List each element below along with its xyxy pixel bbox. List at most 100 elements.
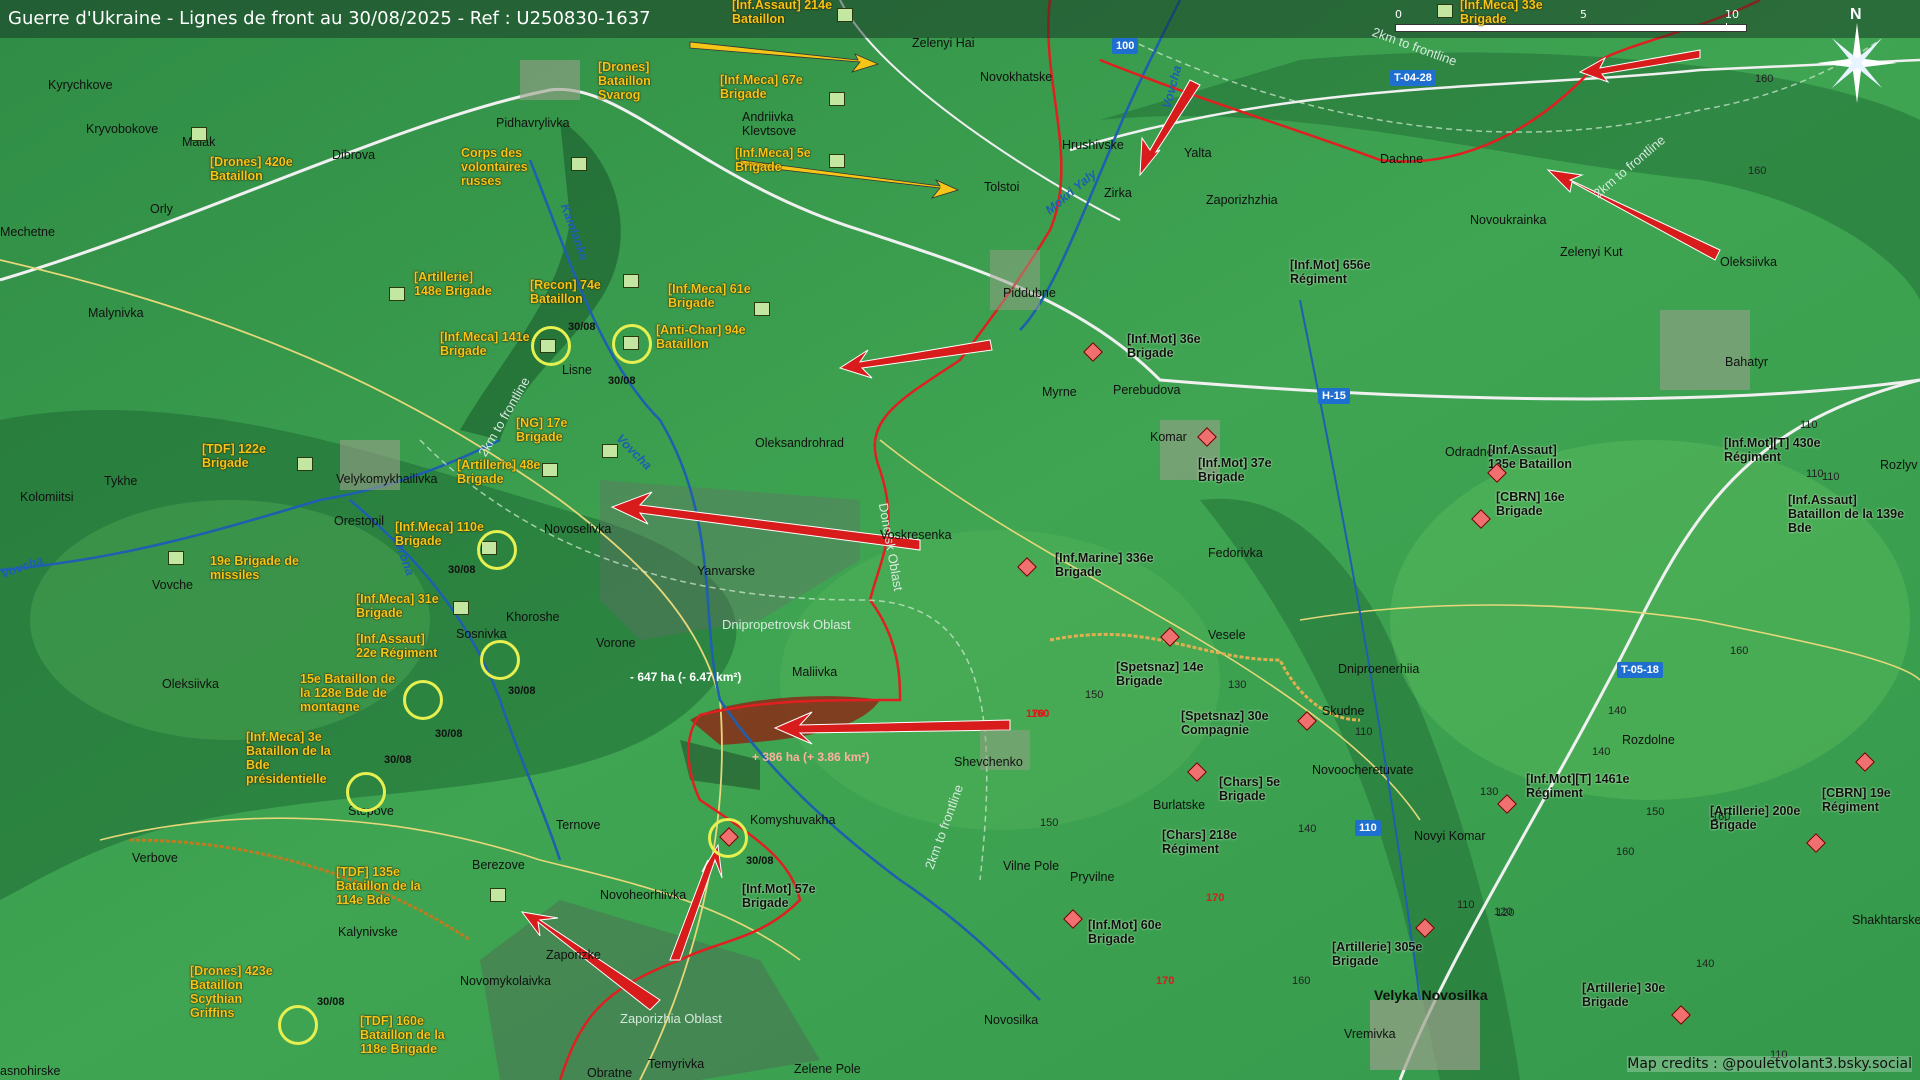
ua-unit-icon — [453, 601, 469, 615]
town-label: Novyi Komar — [1414, 829, 1486, 843]
road-badge-h15: H-15 — [1318, 388, 1350, 404]
altitude-label: 170 — [1026, 708, 1045, 720]
ua-unit-label: [Drones] 420e Bataillon — [210, 155, 293, 183]
town-label: Berezove — [472, 858, 525, 872]
altitude-label: 140 — [1696, 958, 1715, 970]
town-label: Hrushivske — [1062, 138, 1124, 152]
ua-unit-icon — [602, 444, 618, 458]
town-label: Komar — [1150, 430, 1187, 444]
village — [520, 60, 580, 100]
town-label: Myrne — [1042, 385, 1077, 399]
ua-unit-icon — [829, 92, 845, 106]
ua-unit-icon — [490, 888, 506, 902]
ru-unit-label: [Inf.Marine] 336e Brigade — [1055, 551, 1154, 579]
ru-unit-label: [Inf.Assaut] Bataillon de la 139e Bde — [1788, 493, 1905, 535]
ua-unit-icon — [168, 551, 184, 565]
ua-unit-icon — [1437, 4, 1453, 18]
date-label: 30/08 — [384, 754, 412, 766]
front-line-map[interactable]: Guerre d'Ukraine - Lignes de front au 30… — [0, 0, 1920, 1080]
town-label: Novoocheretuvate — [1312, 763, 1414, 777]
town-label: Andriivka Klevtsove — [742, 110, 797, 138]
altitude-label: 140 — [1592, 746, 1611, 758]
road-badge-110: 110 — [1355, 820, 1381, 836]
ua-unit-recent-ring — [477, 530, 517, 570]
town-label: Oleksiivka — [1720, 255, 1777, 269]
ua-unit-label: [Recon] 74e Bataillon — [530, 278, 601, 306]
village — [1660, 310, 1750, 390]
ua-unit-label: [TDF] 160e Bataillon de la 118e Brigade — [360, 1014, 445, 1056]
town-label: Tolstoi — [984, 180, 1020, 194]
ru-unit-label: [Chars] 5e Brigade — [1219, 775, 1281, 803]
ua-unit-label: [Inf.Meca] 3e Bataillon de la Bde présid… — [246, 730, 331, 786]
ru-unit-label: [Spetsnaz] 14e Brigade — [1116, 660, 1204, 688]
town-label: Burlatske — [1153, 798, 1206, 812]
town-label: Odradne — [1445, 445, 1494, 459]
altitude-label: 110 — [1355, 726, 1373, 738]
town-label: Perebudova — [1113, 383, 1181, 397]
ua-unit-label: [TDF] 122e Brigade — [202, 442, 266, 470]
village — [990, 250, 1040, 310]
altitude-label: 130 — [1228, 679, 1247, 691]
town-label: Oleksandrohrad — [755, 436, 844, 450]
date-label: 30/08 — [608, 375, 636, 387]
town-label: Voskresenka — [880, 528, 952, 542]
scale-mid: 5 — [1580, 8, 1587, 21]
ua-unit-label: [Artillerie] 148e Brigade — [414, 270, 492, 298]
town-label: Zelenyi Kut — [1560, 245, 1623, 259]
ua-unit-icon — [829, 154, 845, 168]
oblast-label: Dnipropetrovsk Oblast — [722, 617, 851, 632]
date-label: 30/08 — [568, 321, 596, 333]
town-label: Yanvarske — [697, 564, 756, 578]
ua-unit-label: [Inf.Meca] 31e Brigade — [356, 592, 439, 620]
town-label: Piddubne — [1003, 286, 1056, 300]
map-title: Guerre d'Ukraine - Lignes de front au 30… — [8, 8, 651, 29]
ua-unit-recent-ring — [531, 326, 571, 366]
ua-unit-icon — [837, 8, 853, 22]
town-label: Khoroshe — [506, 610, 560, 624]
ua-unit-label: [Inf.Meca] 61e Brigade — [668, 282, 751, 310]
ua-unit-label: [NG] 17e Brigade — [516, 416, 568, 444]
altitude-label: 160 — [1616, 846, 1635, 858]
ru-unit-label: [Artillerie] 305e Brigade — [1332, 940, 1423, 968]
ua-unit-label: [Artillerie] 48e Brigade — [457, 458, 541, 486]
date-label: 30/08 — [435, 728, 463, 740]
town-label: Vilne Pole — [1003, 859, 1060, 873]
altitude-label: 170 — [1206, 892, 1225, 904]
ru-unit-label: [Chars] 218e Régiment — [1162, 828, 1238, 856]
ru-unit-label: [Inf.Mot] 37e Brigade — [1198, 456, 1272, 484]
road-badge-t0518: T-05-18 — [1617, 662, 1663, 678]
town-label: Zirka — [1104, 186, 1132, 200]
oblast-label: Zaporizhia Oblast — [620, 1011, 722, 1026]
town-label: Zelenyi Hai — [912, 36, 975, 50]
town-label: Shakhtarske — [1852, 913, 1920, 927]
date-label: 30/08 — [508, 685, 536, 697]
ua-unit-label: [Drones] 423e Bataillon Scythian Griffin… — [190, 964, 273, 1020]
town-label: Bahatyr — [1725, 355, 1769, 369]
ua-unit-label: Corps des volontaires russes — [461, 146, 528, 188]
altitude-label: 150 — [1040, 817, 1059, 829]
north-label: N — [1850, 6, 1862, 23]
ua-unit-icon — [623, 274, 639, 288]
ru-unit-label: [Inf.Mot][T] 1461e Régiment — [1526, 772, 1630, 800]
date-label: 30/08 — [448, 564, 476, 576]
town-label: Zaporizhzhia — [1206, 193, 1278, 207]
town-label: Yalta — [1184, 146, 1212, 160]
ua-unit-icon — [389, 287, 405, 301]
town-label: Dniproenerhiia — [1338, 662, 1420, 676]
town-label: Novokhatske — [980, 70, 1053, 84]
scale-bar-line — [1395, 24, 1747, 32]
town-label: Dachne — [1380, 152, 1424, 166]
town-label: Orestopil — [334, 514, 385, 528]
altitude-label: 160 — [1730, 645, 1749, 657]
ua-unit-recent-ring — [480, 640, 520, 680]
altitude-label: 140 — [1298, 823, 1317, 835]
date-label: 30/08 — [746, 855, 774, 867]
ua-unit-icon — [297, 457, 313, 471]
town-label: Orly — [150, 202, 173, 216]
town-label: Vesele — [1208, 628, 1246, 642]
altitude-label: 170 — [1156, 975, 1175, 987]
town-label: Kyrychkove — [48, 78, 113, 92]
ua-unit-label: [Drones] Bataillon Svarog — [598, 60, 651, 102]
ua-unit-label: [Inf.Meca] 110e Brigade — [395, 520, 484, 548]
town-label: Novoheorhiivka — [600, 888, 687, 902]
